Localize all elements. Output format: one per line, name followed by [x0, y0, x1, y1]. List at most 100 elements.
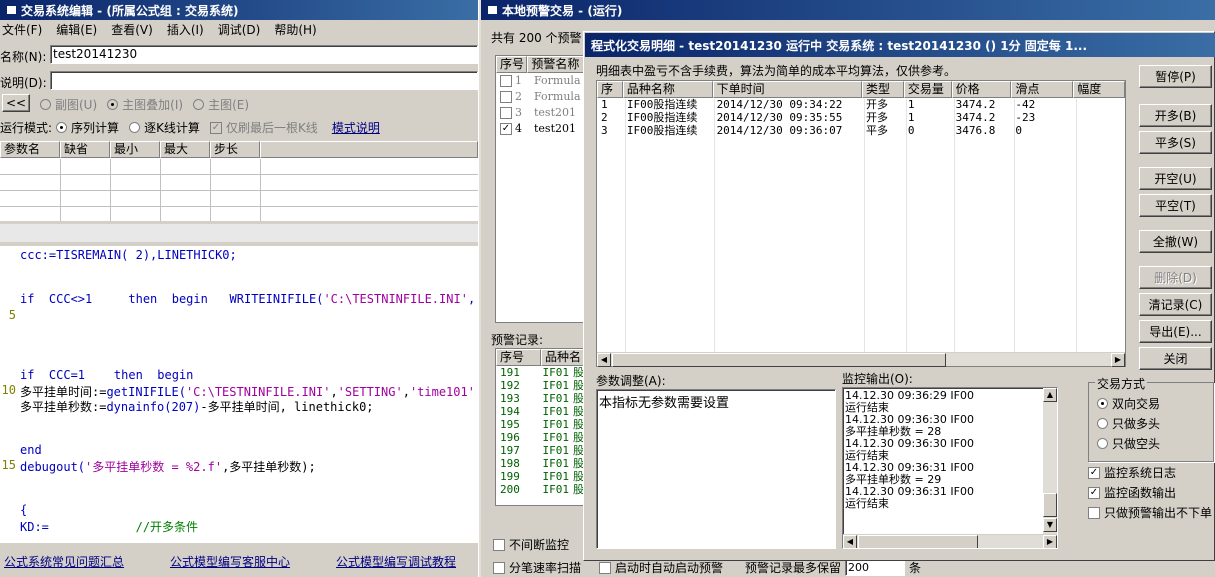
alert-row-checkbox[interactable]	[500, 107, 512, 119]
param-col-min[interactable]: 最小	[110, 141, 160, 158]
detail-col-slip[interactable]: 滑点	[1011, 81, 1074, 98]
link-service[interactable]: 公式模型编写客服中心	[170, 553, 290, 570]
scroll-down-icon[interactable]: ▼	[1043, 518, 1057, 532]
chk-syslog-box[interactable]: ✓	[1088, 466, 1100, 479]
menu-view[interactable]: 查看(V)	[111, 21, 153, 38]
detail-col-price[interactable]: 价格	[951, 81, 1012, 98]
scroll-right-icon[interactable]: ▶	[1043, 535, 1057, 548]
scroll-thumb[interactable]	[612, 353, 946, 367]
open-short-button[interactable]: 开空(U)	[1139, 167, 1212, 190]
alert-row-checkbox[interactable]: ✓	[500, 123, 512, 135]
scroll-left-icon[interactable]: ◀	[597, 353, 611, 367]
editor-splitter[interactable]	[0, 224, 478, 242]
name-input[interactable]: test20141230	[50, 45, 478, 64]
alert-row[interactable]: 2 Formula	[496, 89, 584, 105]
collapse-button[interactable]: <<	[2, 94, 30, 112]
detail-col-qty[interactable]: 交易量	[903, 81, 952, 98]
radio-overlay-icon[interactable]	[107, 99, 119, 110]
mode-sequence-radio[interactable]	[56, 122, 68, 133]
clear-records-button[interactable]: 清记录(C)	[1139, 293, 1212, 316]
monitor-vscroll[interactable]: ▲ ▼	[1043, 388, 1057, 534]
export-button[interactable]: 导出(E)...	[1139, 320, 1212, 343]
record-row[interactable]: 192 IF01 股	[496, 379, 584, 392]
param-adjust-box[interactable]: 本指标无参数需要设置	[596, 389, 836, 549]
monitor-output[interactable]: 14.12.30 09:36:29 IF00 运行结束 14.12.30 09:36…	[842, 387, 1058, 549]
detail-titlebar[interactable]: 程式化交易明细 - test20141230 运行中 交易系统 : test20…	[585, 33, 1215, 57]
code-editor[interactable]: ccc:=TISREMAIN( 2),LINETHICK0; if CCC<>1…	[0, 246, 478, 543]
scroll-thumb[interactable]	[858, 535, 978, 548]
menu-file[interactable]: 文件(F)	[2, 21, 42, 38]
param-col-max[interactable]: 最大	[160, 141, 210, 158]
mode-both-radio[interactable]	[1097, 398, 1108, 409]
menu-help[interactable]: 帮助(H)	[274, 21, 316, 38]
record-row[interactable]: 200 IF01 股	[496, 483, 584, 496]
radio-subchart-icon[interactable]	[40, 99, 51, 110]
opt-continuous-checkbox[interactable]	[493, 538, 505, 551]
mode-kline-radio[interactable]	[129, 122, 141, 133]
scroll-up-icon[interactable]: ▲	[1043, 388, 1057, 402]
cancel-all-button[interactable]: 全撤(W)	[1139, 230, 1212, 253]
detail-col-type[interactable]: 类型	[861, 81, 904, 98]
record-row[interactable]: 198 IF01 股	[496, 457, 584, 470]
mode-help-link[interactable]: 模式说明	[332, 119, 380, 136]
record-row[interactable]: 191 IF01 股	[496, 366, 584, 379]
record-row[interactable]: 197 IF01 股	[496, 444, 584, 457]
opt-max-input[interactable]: 200	[845, 559, 906, 576]
close-short-button[interactable]: 平空(T)	[1139, 194, 1212, 217]
record-col-name[interactable]: 品种名	[540, 349, 584, 366]
mode-short-label: 只做空头	[1112, 437, 1161, 451]
record-row[interactable]: 196 IF01 股	[496, 431, 584, 444]
alert-col-no[interactable]: 序号	[496, 56, 528, 73]
detail-row[interactable]: 2 IF00股指连续 2014/12/30 09:35:55 开多 1 3474.2 -23	[597, 111, 1125, 124]
menu-debug[interactable]: 调试(D)	[218, 21, 261, 38]
alert-row[interactable]: 3 test201	[496, 105, 584, 121]
link-tutorial[interactable]: 公式模型编写调试教程	[336, 553, 456, 570]
record-row[interactable]: 194 IF01 股	[496, 405, 584, 418]
detail-row[interactable]: 1 IF00股指连续 2014/12/30 09:34:22 开多 1 3474.2 -42	[597, 98, 1125, 111]
record-row[interactable]: 195 IF01 股	[496, 418, 584, 431]
pause-button[interactable]: 暂停(P)	[1139, 65, 1212, 88]
link-faq[interactable]: 公式系统常见问题汇总	[4, 553, 124, 570]
chk-alertonly-box[interactable]	[1088, 506, 1100, 519]
alert-row[interactable]: ✓ 4 test201	[496, 121, 584, 137]
alert-row-checkbox[interactable]	[500, 91, 512, 103]
scroll-thumb[interactable]	[1043, 493, 1057, 517]
chk-funcout-box[interactable]: ✓	[1088, 486, 1100, 499]
record-row[interactable]: 193 IF01 股	[496, 392, 584, 405]
param-col-name[interactable]: 参数名	[0, 141, 60, 158]
mode-long-radio[interactable]	[1097, 418, 1108, 429]
opt-autostart-checkbox[interactable]	[599, 561, 612, 574]
open-long-button[interactable]: 开多(B)	[1139, 104, 1212, 127]
radio-main-icon[interactable]	[193, 99, 205, 110]
record-col-no[interactable]: 序号	[496, 349, 541, 366]
monitor-hscroll[interactable]: ◀ ▶	[843, 534, 1057, 548]
desc-input[interactable]	[50, 71, 478, 90]
alert-col-name[interactable]: 预警名称	[527, 56, 584, 73]
opt-split-checkbox[interactable]	[493, 561, 505, 574]
scroll-left-icon[interactable]: ◀	[843, 535, 857, 548]
record-row[interactable]: 199 IF01 股	[496, 470, 584, 483]
alert-row[interactable]: 1 Formula	[496, 73, 584, 89]
param-col-default[interactable]: 缺省	[60, 141, 110, 158]
param-col-step[interactable]: 步长	[210, 141, 260, 158]
editor-titlebar[interactable]: 交易系统编辑 - (所属公式组 : 交易系统)	[0, 0, 478, 20]
detail-col-no[interactable]: 序	[597, 81, 623, 98]
mode-short-radio[interactable]	[1097, 438, 1108, 449]
close-button[interactable]: 关闭	[1139, 347, 1212, 370]
menu-edit[interactable]: 编辑(E)	[56, 21, 97, 38]
param-grid-body[interactable]	[0, 159, 478, 221]
chk-syslog: ✓ 监控系统日志	[1088, 464, 1176, 481]
close-long-button[interactable]: 平多(S)	[1139, 131, 1212, 154]
scroll-right-icon[interactable]: ▶	[1111, 353, 1125, 367]
record-row-no: 197	[500, 444, 520, 457]
alert-titlebar[interactable]: 本地预警交易 - (运行)	[481, 0, 1215, 20]
alert-row-checkbox[interactable]	[500, 75, 512, 87]
detail-col-name[interactable]: 品种名称	[622, 81, 713, 98]
delete-button[interactable]: 删除(D)	[1139, 266, 1212, 289]
detail-hscroll[interactable]: ◀ ▶	[597, 352, 1125, 367]
detail-col-range[interactable]: 幅度	[1073, 81, 1126, 98]
detail-col-time[interactable]: 下单时间	[712, 81, 862, 98]
mode-last-checkbox[interactable]: ✓	[209, 121, 222, 134]
menu-insert[interactable]: 插入(I)	[167, 21, 204, 38]
detail-row[interactable]: 3 IF00股指连续 2014/12/30 09:36:07 平多 0 3476.8 0	[597, 124, 1125, 137]
